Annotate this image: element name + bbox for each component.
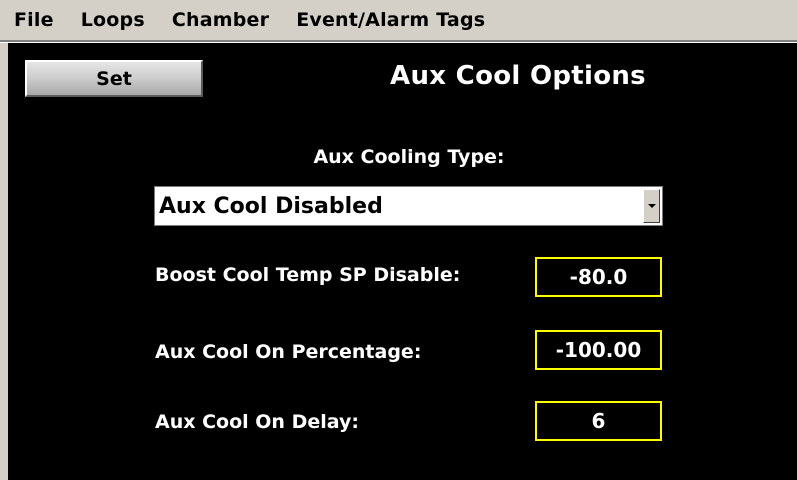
aux-cool-on-percentage-label: Aux Cool On Percentage: [155,341,422,363]
aux-cool-options-panel: Set Aux Cool Options Aux Cooling Type: A… [8,43,797,480]
aux-cool-on-percentage-field[interactable]: -100.00 [535,330,662,370]
boost-cool-temp-sp-disable-field[interactable]: -80.0 [535,257,662,297]
chevron-down-icon [647,204,656,208]
menu-chamber[interactable]: Chamber [172,9,269,31]
aux-cool-on-delay-field[interactable]: 6 [535,401,662,441]
menu-loops[interactable]: Loops [81,9,145,31]
dropdown-arrow-button[interactable] [643,189,660,223]
aux-cooling-type-dropdown[interactable]: Aux Cool Disabled [154,186,663,226]
menu-bar: File Loops Chamber Event/Alarm Tags [0,0,797,40]
aux-cooling-type-selected: Aux Cool Disabled [159,193,383,219]
aux-cooling-type-label: Aux Cooling Type: [313,146,505,168]
menu-event-alarm-tags[interactable]: Event/Alarm Tags [296,9,485,31]
menu-file[interactable]: File [14,9,54,31]
boost-cool-temp-sp-disable-label: Boost Cool Temp SP Disable: [155,264,461,286]
aux-cool-on-delay-label: Aux Cool On Delay: [155,411,359,433]
set-button[interactable]: Set [25,60,203,97]
page-title: Aux Cool Options [390,61,646,91]
